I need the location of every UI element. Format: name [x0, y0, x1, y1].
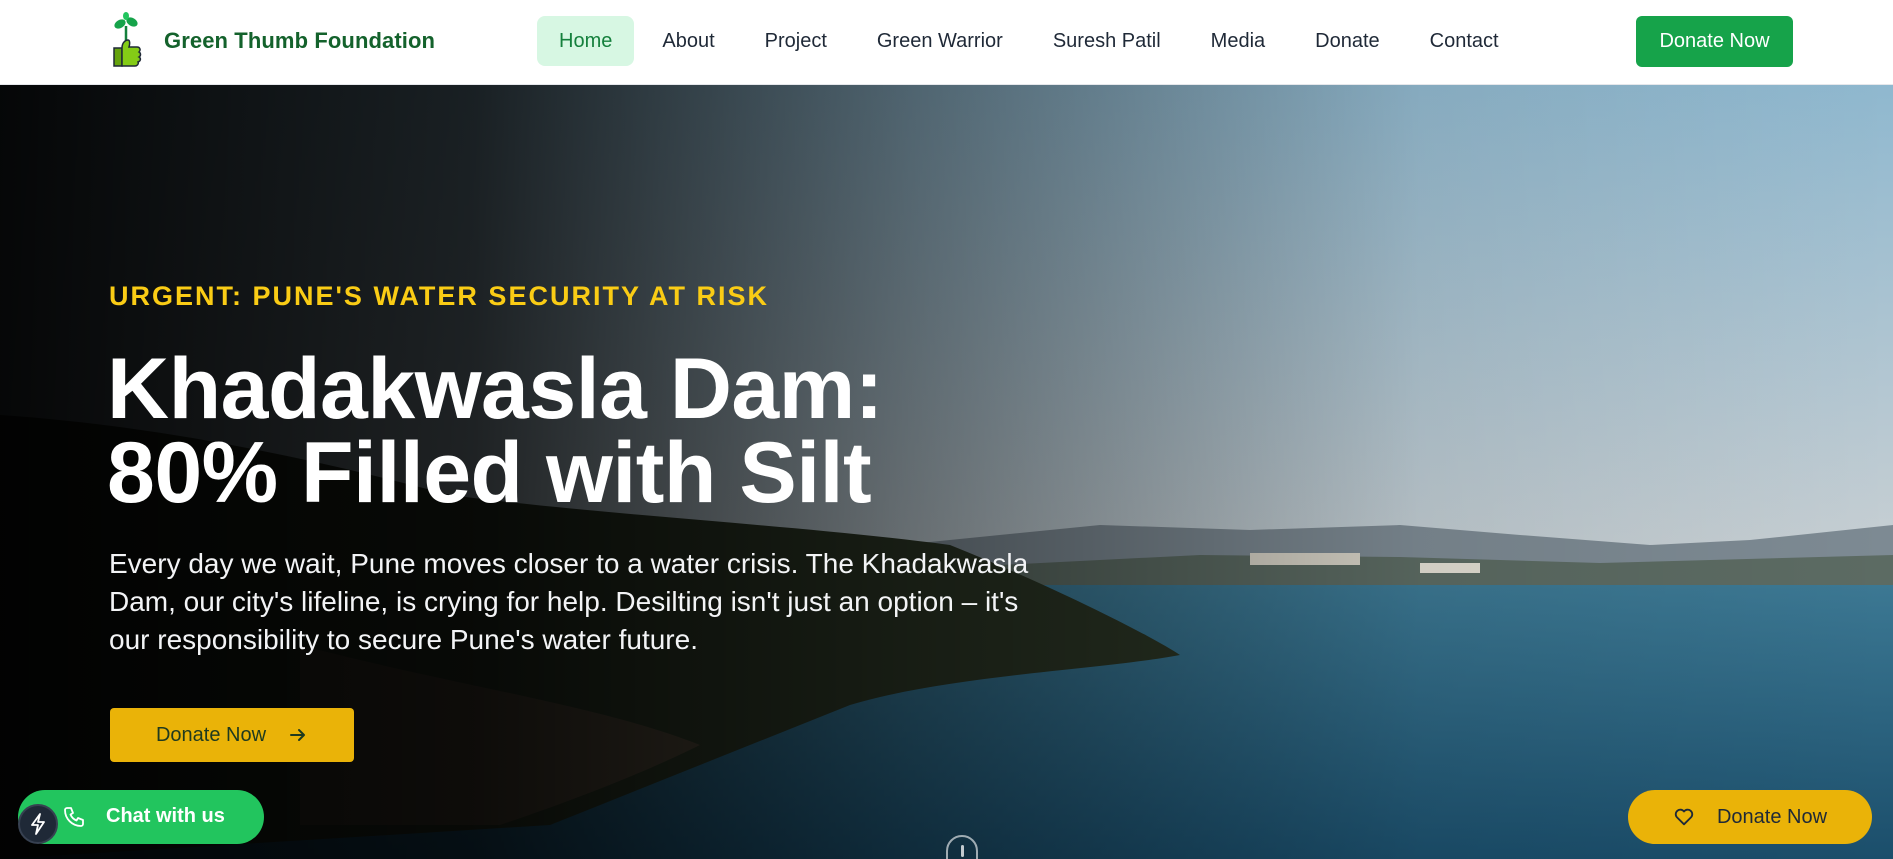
- hero-kicker: URGENT: PUNE'S WATER SECURITY AT RISK: [109, 281, 769, 311]
- site-header: Green Thumb Foundation Home About Projec…: [0, 0, 1893, 85]
- scroll-indicator[interactable]: [946, 835, 978, 859]
- nav-suresh-patil[interactable]: Suresh Patil: [1031, 16, 1183, 66]
- nav-home[interactable]: Home: [537, 16, 635, 66]
- floating-donate-button[interactable]: Donate Now: [1628, 790, 1872, 844]
- hero-donate-button[interactable]: Donate Now: [110, 708, 354, 762]
- header-donate-button[interactable]: Donate Now: [1636, 16, 1793, 67]
- scroll-indicator-dot: [961, 845, 964, 857]
- phone-icon: [64, 807, 84, 827]
- thumbs-up-sprout-icon: [113, 12, 142, 67]
- brand-name: Green Thumb Foundation: [164, 28, 436, 53]
- hero-title-line1: Khadakwasla Dam:: [107, 341, 883, 437]
- nav-contact[interactable]: Contact: [1408, 16, 1521, 66]
- arrow-right-icon: [290, 729, 306, 741]
- hero-title: Khadakwasla Dam: 80% Filled with Silt: [107, 346, 1007, 516]
- nav-donate[interactable]: Donate: [1293, 16, 1402, 66]
- nav-green-warrior[interactable]: Green Warrior: [855, 16, 1025, 66]
- chat-label: Chat with us: [106, 805, 225, 827]
- heart-icon: [1674, 808, 1694, 826]
- nav-about[interactable]: About: [640, 16, 736, 66]
- lightning-bolt-glyph: [31, 813, 45, 835]
- nav-project[interactable]: Project: [743, 16, 849, 66]
- hero-section: URGENT: PUNE'S WATER SECURITY AT RISK Kh…: [0, 85, 1893, 859]
- hero-donate-label: Donate Now: [155, 723, 267, 746]
- hero-title-line2: 80% Filled with Silt: [107, 425, 872, 521]
- floating-donate-label: Donate Now: [1716, 805, 1828, 828]
- brand[interactable]: Green Thumb Foundation: [108, 12, 435, 70]
- lightning-bolt-icon[interactable]: [18, 804, 58, 844]
- main-nav: Home About Project Green Warrior Suresh …: [537, 16, 1527, 66]
- hero-description: Every day we wait, Pune moves closer to …: [109, 548, 1029, 655]
- nav-media[interactable]: Media: [1189, 16, 1287, 66]
